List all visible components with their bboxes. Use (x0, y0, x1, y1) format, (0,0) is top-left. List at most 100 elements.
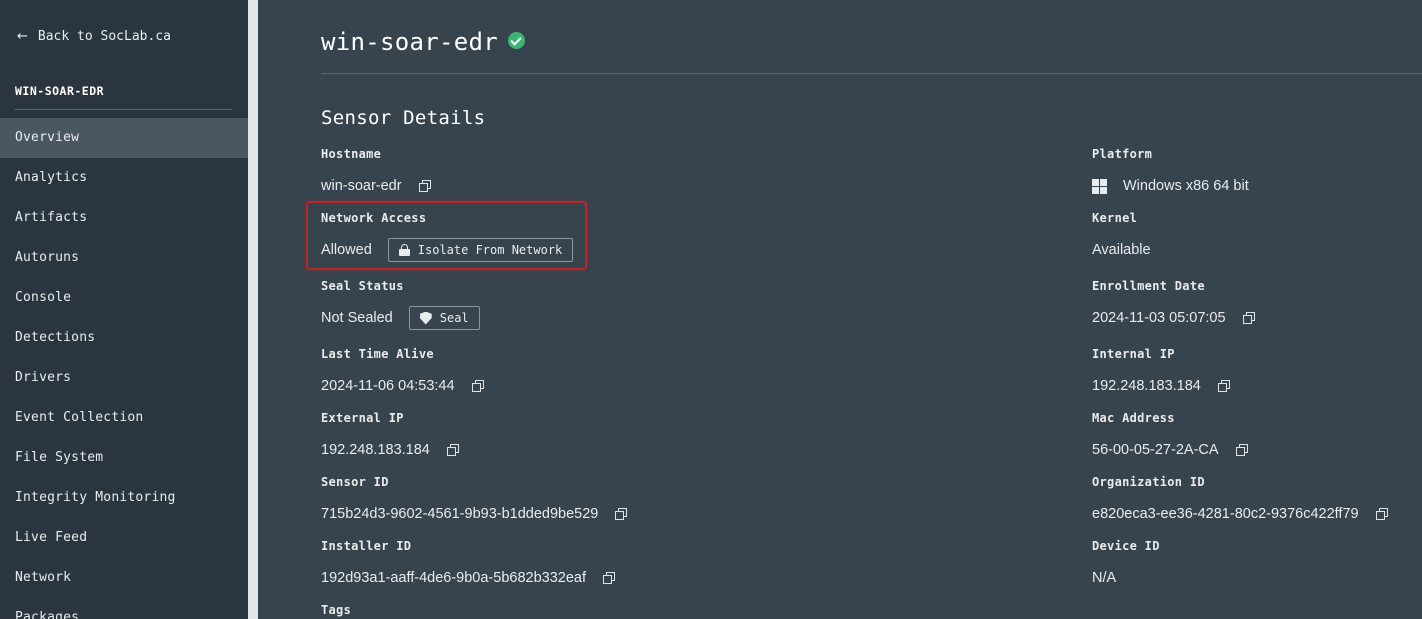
field-seal-status: Seal Status Not Sealed Seal (321, 279, 480, 330)
isolate-button-label: Isolate From Network (417, 243, 563, 257)
kernel-value: Available (1092, 242, 1151, 258)
sidebar-item-network[interactable]: Network (0, 558, 248, 598)
platform-value: Windows x86 64 bit (1123, 178, 1249, 194)
field-mac-address: Mac Address 56-00-05-27-2A-CA (1092, 411, 1248, 461)
installer-id-value: 192d93a1-aaff-4de6-9b0a-5b682b332eaf (321, 570, 587, 586)
field-label: Internal IP (1092, 347, 1175, 361)
field-label: Organization ID (1092, 475, 1205, 489)
field-label: Mac Address (1092, 411, 1175, 425)
field-value-row: 2024-11-03 05:07:05 (1092, 307, 1255, 329)
field-installer-id: Installer ID 192d93a1-aaff-4de6-9b0a-5b6… (321, 539, 616, 589)
field-kernel: Kernel Available (1092, 211, 1151, 261)
sidebar-item-file-system[interactable]: File System (0, 438, 248, 478)
isolate-from-network-button[interactable]: Isolate From Network (387, 238, 574, 262)
field-network-access: Network Access Allowed Isolate From Netw… (321, 211, 574, 262)
field-external-ip: External IP 192.248.183.184 (321, 411, 459, 461)
field-value-row: 192.248.183.184 (1092, 375, 1230, 397)
copy-icon[interactable] (1242, 312, 1255, 324)
field-label: Last Time Alive (321, 347, 434, 361)
sidebar-divider (15, 109, 232, 110)
field-value-row: Available (1092, 239, 1151, 261)
mac-address-value: 56-00-05-27-2A-CA (1092, 442, 1219, 458)
sidebar-item-live-feed[interactable]: Live Feed (0, 518, 248, 558)
copy-icon[interactable] (1375, 508, 1388, 520)
field-enrollment-date: Enrollment Date 2024-11-03 05:07:05 (1092, 279, 1255, 329)
organization-id-value: e820eca3-ee36-4281-80c2-9376c422ff79 (1092, 506, 1359, 522)
field-last-time-alive: Last Time Alive 2024-11-06 04:53:44 (321, 347, 484, 397)
title-divider (321, 73, 1422, 74)
hostname-value: win-soar-edr (321, 178, 402, 194)
page-title: win-soar-edr (321, 28, 498, 56)
copy-icon[interactable] (603, 572, 616, 584)
field-label: Device ID (1092, 539, 1160, 553)
sidebar-item-console[interactable]: Console (0, 278, 248, 318)
copy-icon[interactable] (615, 508, 628, 520)
copy-icon[interactable] (1217, 380, 1230, 392)
back-link[interactable]: ← Back to SocLab.ca (17, 29, 171, 44)
sidebar: ← Back to SocLab.ca WIN-SOAR-EDR Overvie… (0, 0, 248, 619)
section-title: Sensor Details (321, 107, 486, 129)
main-content: win-soar-edr Sensor Details Hostname win… (258, 0, 1422, 619)
sensor-name-heading: WIN-SOAR-EDR (15, 84, 105, 98)
sidebar-scrollbar[interactable] (248, 0, 258, 619)
field-label: Seal Status (321, 279, 404, 293)
field-platform: Platform Windows x86 64 bit (1092, 147, 1249, 197)
field-label: Hostname (321, 147, 382, 161)
field-tags: Tags (321, 603, 351, 619)
network-access-value: Allowed (321, 242, 372, 258)
sidebar-item-event-collection[interactable]: Event Collection (0, 398, 248, 438)
internal-ip-value: 192.248.183.184 (1092, 378, 1201, 394)
field-label: Sensor ID (321, 475, 389, 489)
sidebar-item-integrity-monitoring[interactable]: Integrity Monitoring (0, 478, 248, 518)
arrow-left-icon: ← (17, 29, 28, 44)
field-label: Installer ID (321, 539, 412, 553)
field-label: Network Access (321, 211, 427, 225)
field-label: External IP (321, 411, 404, 425)
field-value-row: 192.248.183.184 (321, 439, 459, 461)
external-ip-value: 192.248.183.184 (321, 442, 430, 458)
seal-button-label: Seal (439, 311, 469, 325)
sidebar-item-overview[interactable]: Overview (0, 118, 248, 158)
copy-icon[interactable] (1235, 444, 1248, 456)
field-value-row: 192d93a1-aaff-4de6-9b0a-5b682b332eaf (321, 567, 616, 589)
sidebar-item-detections[interactable]: Detections (0, 318, 248, 358)
sidebar-item-drivers[interactable]: Drivers (0, 358, 248, 398)
field-value-row: Windows x86 64 bit (1092, 175, 1249, 197)
title-row: win-soar-edr (321, 28, 525, 56)
seal-status-value: Not Sealed (321, 310, 393, 326)
field-sensor-id: Sensor ID 715b24d3-9602-4561-9b93-b1dded… (321, 475, 628, 525)
field-device-id: Device ID N/A (1092, 539, 1160, 589)
field-value-row: 56-00-05-27-2A-CA (1092, 439, 1248, 461)
field-organization-id: Organization ID e820eca3-ee36-4281-80c2-… (1092, 475, 1388, 525)
field-value-row: 2024-11-06 04:53:44 (321, 375, 484, 397)
sidebar-nav: Overview Analytics Artifacts Autoruns Co… (0, 118, 248, 619)
sidebar-item-packages[interactable]: Packages (0, 598, 248, 619)
check-circle-icon (508, 31, 525, 49)
field-value-row: e820eca3-ee36-4281-80c2-9376c422ff79 (1092, 503, 1388, 525)
lock-icon (398, 244, 410, 256)
sidebar-item-analytics[interactable]: Analytics (0, 158, 248, 198)
field-label: Kernel (1092, 211, 1138, 225)
shield-icon (419, 311, 432, 325)
field-value-row: 715b24d3-9602-4561-9b93-b1dded9be529 (321, 503, 628, 525)
enrollment-date-value: 2024-11-03 05:07:05 (1092, 310, 1226, 326)
seal-button[interactable]: Seal (408, 306, 480, 330)
field-label: Enrollment Date (1092, 279, 1205, 293)
field-value-row: win-soar-edr (321, 175, 431, 197)
back-link-label: Back to SocLab.ca (37, 29, 171, 44)
copy-icon[interactable] (446, 444, 459, 456)
copy-icon[interactable] (471, 380, 484, 392)
copy-icon[interactable] (418, 180, 431, 192)
field-internal-ip: Internal IP 192.248.183.184 (1092, 347, 1230, 397)
sidebar-item-artifacts[interactable]: Artifacts (0, 198, 248, 238)
field-label: Tags (321, 603, 352, 617)
field-value-row: Allowed Isolate From Network (321, 238, 574, 262)
field-label: Platform (1092, 147, 1153, 161)
field-hostname: Hostname win-soar-edr (321, 147, 431, 197)
device-id-value: N/A (1092, 570, 1117, 586)
field-value-row: N/A (1092, 567, 1160, 589)
sensor-id-value: 715b24d3-9602-4561-9b93-b1dded9be529 (321, 506, 599, 522)
windows-icon (1092, 178, 1107, 194)
sidebar-item-autoruns[interactable]: Autoruns (0, 238, 248, 278)
last-alive-value: 2024-11-06 04:53:44 (321, 378, 455, 394)
